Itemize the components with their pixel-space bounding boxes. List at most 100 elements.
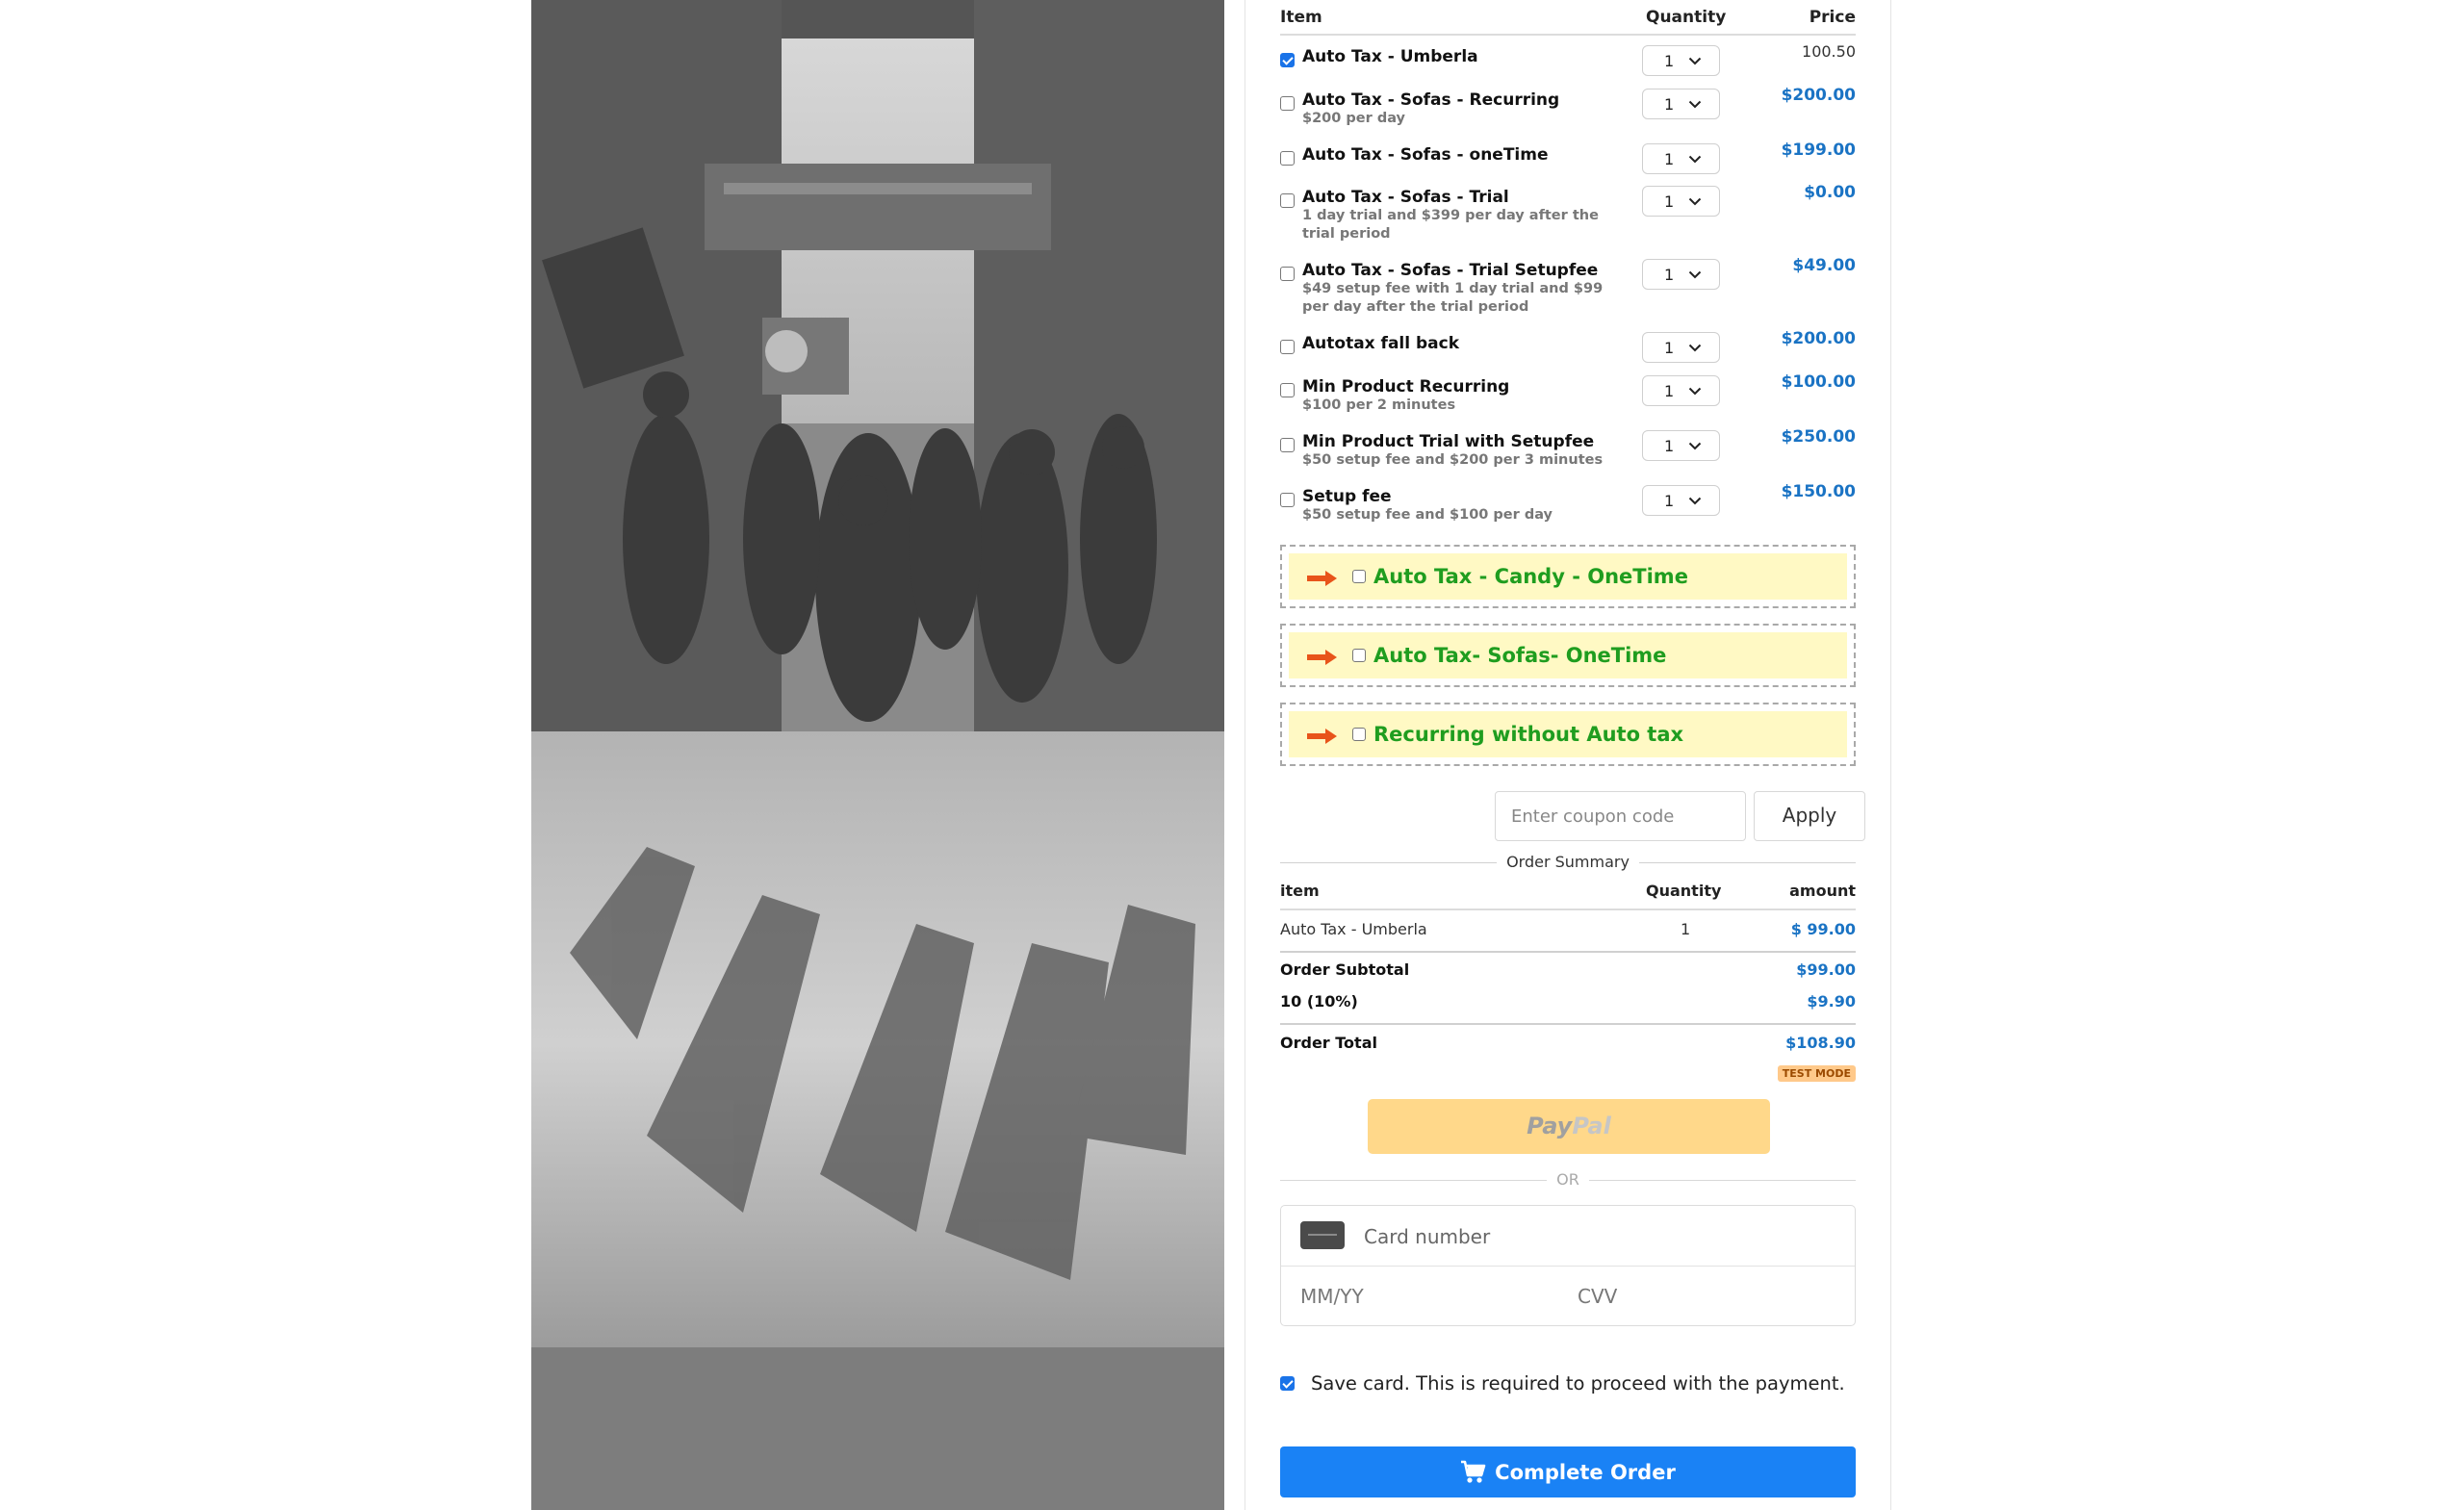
total-label: Order Total <box>1280 1034 1377 1052</box>
product-checkbox[interactable] <box>1280 438 1295 452</box>
chevron-down-icon <box>1688 57 1702 65</box>
product-name: Auto Tax - Sofas - Trial Setupfee <box>1302 261 1599 280</box>
product-price: $199.00 <box>1781 141 1856 160</box>
product-name: Auto Tax - Sofas - Recurring <box>1302 90 1560 110</box>
order-summary-title: Order Summary <box>1497 853 1639 871</box>
quantity-value: 1 <box>1664 192 1675 211</box>
order-bump-checkbox[interactable] <box>1352 570 1366 583</box>
quantity-select[interactable]: 1 <box>1642 375 1720 406</box>
save-card-label: Save card. This is required to proceed w… <box>1311 1372 1845 1395</box>
product-name: Autotax fall back <box>1302 334 1460 353</box>
cart-icon <box>1461 1460 1486 1483</box>
quantity-select[interactable]: 1 <box>1642 485 1720 516</box>
quantity-value: 1 <box>1664 382 1675 400</box>
product-description: $50 setup fee and $200 per 3 minutes <box>1302 452 1604 468</box>
card-number-input[interactable]: Card number <box>1364 1225 1490 1248</box>
arrow-right-icon <box>1307 650 1337 665</box>
hero-photo <box>531 0 1224 1510</box>
quantity-value: 1 <box>1664 150 1675 168</box>
order-bump-label: Recurring without Auto tax <box>1373 723 1684 746</box>
save-card-checkbox[interactable] <box>1280 1376 1295 1391</box>
product-name: Setup fee <box>1302 487 1392 506</box>
product-checkbox[interactable] <box>1280 267 1295 281</box>
order-bump-checkbox[interactable] <box>1352 649 1366 662</box>
header-item: Item <box>1280 8 1322 27</box>
chevron-down-icon <box>1688 197 1702 206</box>
product-price: $150.00 <box>1781 482 1856 501</box>
checkout-card: Item Quantity Price Auto Tax - Umberla 1 1… <box>1245 0 1891 1510</box>
order-bump[interactable]: Auto Tax- Sofas- OneTime <box>1280 624 1856 687</box>
tax-label: 10 (10%) <box>1280 992 1358 1011</box>
quantity-value: 1 <box>1664 437 1675 455</box>
product-description: $200 per day <box>1302 111 1405 126</box>
product-name: Auto Tax - Sofas - oneTime <box>1302 145 1549 165</box>
subtotal-value: $99.00 <box>1796 960 1856 979</box>
product-description: 1 day trial and $399 per day after the t… <box>1302 208 1599 242</box>
order-bump[interactable]: Auto Tax - Candy - OneTime <box>1280 545 1856 608</box>
quantity-value: 1 <box>1664 52 1675 70</box>
product-checkbox[interactable] <box>1280 151 1295 166</box>
checkout-content: Item Quantity Price Auto Tax - Umberla 1 1… <box>1280 0 1865 1510</box>
apply-coupon-button[interactable]: Apply <box>1754 791 1865 841</box>
quantity-value: 1 <box>1664 266 1675 284</box>
subtotal-label: Order Subtotal <box>1280 960 1410 979</box>
arrow-right-icon <box>1307 729 1337 744</box>
order-summary-title-wrap: Order Summary <box>1280 853 1856 871</box>
header-quantity: Quantity <box>1646 8 1727 27</box>
paypal-logo-pal: Pal <box>1572 1113 1611 1139</box>
product-checkbox[interactable] <box>1280 383 1295 397</box>
product-checkbox[interactable] <box>1280 493 1295 507</box>
quantity-value: 1 <box>1664 339 1675 357</box>
chevron-down-icon <box>1688 387 1702 396</box>
quantity-select[interactable]: 1 <box>1642 89 1720 119</box>
quantity-select[interactable]: 1 <box>1642 332 1720 363</box>
paypal-button[interactable]: PayPal <box>1368 1099 1770 1154</box>
coupon-input[interactable]: Enter coupon code <box>1495 791 1746 841</box>
card-expiry-input[interactable]: MM/YY <box>1300 1285 1364 1308</box>
header-divider <box>1280 34 1856 36</box>
chevron-down-icon <box>1688 497 1702 505</box>
product-checkbox[interactable] <box>1280 193 1295 208</box>
summary-line-item: Auto Tax - Umberla <box>1280 920 1427 938</box>
quantity-select[interactable]: 1 <box>1642 45 1720 76</box>
summary-line-quantity: 1 <box>1681 920 1691 938</box>
order-bump-label: Auto Tax- Sofas- OneTime <box>1373 644 1667 667</box>
product-name: Auto Tax - Umberla <box>1302 47 1478 66</box>
product-description: $100 per 2 minutes <box>1302 397 1456 413</box>
quantity-value: 1 <box>1664 95 1675 114</box>
product-price: $0.00 <box>1804 183 1856 202</box>
card-form-divider <box>1281 1266 1855 1267</box>
product-price: $200.00 <box>1781 86 1856 105</box>
product-description: $50 setup fee and $100 per day <box>1302 507 1553 523</box>
header-price: Price <box>1809 8 1856 27</box>
order-bump[interactable]: Recurring without Auto tax <box>1280 703 1856 766</box>
product-checkbox[interactable] <box>1280 340 1295 354</box>
card-cvv-input[interactable]: CVV <box>1578 1285 1617 1308</box>
product-price: $200.00 <box>1781 329 1856 348</box>
summary-header-amount: amount <box>1789 882 1856 900</box>
product-name: Auto Tax - Sofas - Trial <box>1302 188 1509 207</box>
total-divider <box>1280 1023 1856 1025</box>
order-bump-label: Auto Tax - Candy - OneTime <box>1373 565 1688 588</box>
arrow-right-icon <box>1307 571 1337 586</box>
quantity-select[interactable]: 1 <box>1642 259 1720 290</box>
paypal-logo: PayPal <box>1368 1113 1770 1139</box>
product-price: 100.50 <box>1802 42 1856 61</box>
quantity-select[interactable]: 1 <box>1642 143 1720 174</box>
product-price: $100.00 <box>1781 372 1856 392</box>
quantity-select[interactable]: 1 <box>1642 186 1720 217</box>
product-name: Min Product Recurring <box>1302 377 1510 397</box>
chevron-down-icon <box>1688 155 1702 164</box>
summary-line-amount: $ 99.00 <box>1790 920 1856 938</box>
complete-order-button[interactable]: Complete Order <box>1280 1446 1856 1497</box>
summary-header-divider <box>1280 909 1856 910</box>
credit-card-icon <box>1300 1221 1345 1249</box>
product-checkbox[interactable] <box>1280 96 1295 111</box>
chevron-down-icon <box>1688 344 1702 352</box>
test-mode-badge: TEST MODE <box>1777 1065 1856 1082</box>
quantity-select[interactable]: 1 <box>1642 430 1720 461</box>
or-label-wrap: OR <box>1280 1170 1856 1189</box>
order-bump-checkbox[interactable] <box>1352 728 1366 741</box>
product-price: $250.00 <box>1781 427 1856 447</box>
product-checkbox[interactable] <box>1280 53 1295 67</box>
